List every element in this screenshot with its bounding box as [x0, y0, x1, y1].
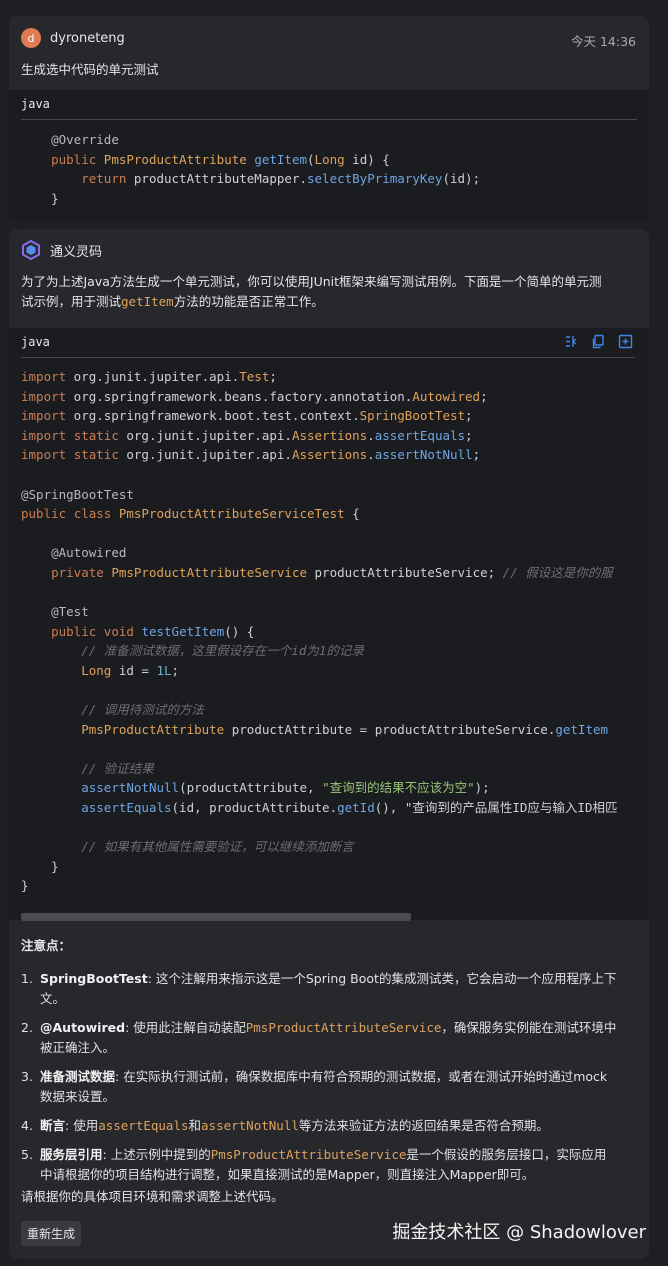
code-line: public PmsProductAttribute getItem(Long …	[51, 151, 390, 167]
user-prompt-text: 生成选中代码的单元测试	[21, 62, 159, 77]
selected-code-block: java @Override public PmsProductAttribut…	[9, 90, 649, 222]
code-line: // 如果有其他属性需要验证，可以继续添加断言	[81, 839, 354, 855]
code-line: public class PmsProductAttributeServiceT…	[21, 506, 360, 522]
tongyi-lingma-logo-icon	[22, 240, 40, 260]
watermark: 掘金技术社区 @ Shadowlover	[392, 1222, 646, 1243]
code-line: assertEquals(id, productAttribute.getId(…	[81, 800, 618, 816]
inline-code: assertNotNull	[201, 1118, 299, 1133]
new-file-icon[interactable]	[618, 334, 633, 349]
assistant-intro-text: 为了为上述Java方法生成一个单元测试，你可以使用JUnit框架来编写测试用例。…	[21, 272, 641, 312]
code-line: Long id = 1L;	[81, 662, 180, 678]
code-line: PmsProductAttribute productAttribute = p…	[81, 721, 609, 737]
note-term: 服务层引用	[40, 1147, 103, 1162]
regenerate-button[interactable]: 重新生成	[21, 1221, 82, 1246]
code-line: @Test	[51, 604, 89, 620]
note-term: SpringBootTest	[40, 971, 148, 986]
code-line: import org.junit.jupiter.api.Test;	[21, 369, 277, 384]
code-line: @SpringBootTest	[21, 486, 134, 502]
code-line: import static org.junit.jupiter.api.Asse…	[21, 427, 473, 443]
code-line: }	[21, 190, 59, 206]
code-line: @Override	[51, 132, 119, 147]
user-avatar: d	[21, 28, 41, 48]
note-number: 1.	[21, 971, 33, 986]
code-divider	[21, 357, 637, 358]
code-line: // 准备测试数据，这里假设存在一个id为1的记录	[81, 643, 364, 659]
note-number: 2.	[21, 1020, 33, 1035]
selected-code-text[interactable]: @Override public PmsProductAttribute get…	[21, 130, 480, 208]
intro-line-1: 为了为上述Java方法生成一个单元测试，你可以使用JUnit框架来编写测试用例。…	[21, 274, 602, 289]
user-name: dyroneteng	[50, 30, 125, 46]
code-line: import static org.junit.jupiter.api.Asse…	[21, 447, 481, 463]
code-language-label: java	[21, 335, 50, 349]
assistant-message-card: 通义灵码 为了为上述Java方法生成一个单元测试，你可以使用JUnit框架来编写…	[9, 229, 649, 1259]
generated-code-block: java import org.junit.jupiter.api.Test; …	[9, 328, 649, 920]
note-item: 2. @Autowired: 使用此注解自动装配PmsProductAttribu…	[21, 1018, 635, 1058]
intro-line-2-suffix: 方法的功能是否正常工作。	[173, 294, 324, 309]
code-toolbar	[564, 334, 633, 349]
note-number: 4.	[21, 1118, 33, 1133]
assistant-name: 通义灵码	[50, 244, 103, 260]
notes-list: 1. SpringBootTest: 这个注解用来指示这是一个Spring Boo…	[21, 969, 635, 1194]
inline-code: assertEquals	[98, 1118, 189, 1133]
user-message-header: d dyroneteng	[21, 28, 125, 48]
user-message-card: d dyroneteng 今天 14:36 生成选中代码的单元测试 java @…	[9, 16, 649, 222]
code-line: import org.springframework.beans.factory…	[21, 388, 488, 404]
intro-line-2-prefix: 试示例，用于测试	[21, 294, 122, 309]
note-term: @Autowired	[40, 1020, 126, 1035]
code-line: assertNotNull(productAttribute, "查询到的结果不…	[81, 780, 490, 796]
copy-icon[interactable]	[591, 334, 606, 349]
code-horizontal-scrollbar[interactable]	[21, 913, 411, 921]
code-line: public void testGetItem() {	[51, 623, 255, 639]
assistant-message-header: 通义灵码	[21, 240, 102, 260]
message-timestamp: 今天 14:36	[571, 34, 636, 49]
inline-code: PmsProductAttributeService	[210, 1147, 407, 1162]
code-line: return productAttributeMapper.selectByPr…	[81, 171, 481, 187]
code-line: // 验证结果	[81, 760, 154, 776]
note-item: 3. 准备测试数据: 在实际执行测试前，确保数据库中有符合预期的测试数据，或者在测…	[21, 1067, 635, 1107]
closing-text: 请根据你的具体项目环境和需求调整上述代码。	[21, 1189, 284, 1204]
note-number: 5.	[21, 1147, 33, 1162]
insert-at-cursor-icon[interactable]	[564, 334, 579, 349]
generated-code-text[interactable]: import org.junit.jupiter.api.Test; impor…	[21, 367, 617, 896]
code-divider	[21, 119, 637, 120]
code-line: private PmsProductAttributeService produ…	[51, 564, 613, 580]
notes-heading: 注意点：	[21, 938, 72, 953]
inline-code-getItem: getItem	[121, 294, 174, 309]
note-item: 1. SpringBootTest: 这个注解用来指示这是一个Spring Boo…	[21, 969, 635, 1009]
inline-code: PmsProductAttributeService	[245, 1020, 442, 1035]
code-line: @Autowired	[51, 545, 127, 561]
note-term: 准备测试数据	[40, 1069, 116, 1084]
code-line: // 调用待测试的方法	[81, 702, 204, 718]
code-language-label: java	[21, 97, 50, 111]
note-number: 3.	[21, 1069, 33, 1084]
code-line: }	[21, 858, 59, 874]
note-item: 4. 断言: 使用assertEquals和assertNotNull等方法来验证…	[21, 1116, 635, 1136]
note-term: 断言	[40, 1118, 66, 1133]
code-line: import org.springframework.boot.test.con…	[21, 408, 473, 424]
note-item: 5. 服务层引用: 上述示例中提到的PmsProductAttributeServ…	[21, 1145, 635, 1185]
code-line: }	[21, 878, 29, 894]
